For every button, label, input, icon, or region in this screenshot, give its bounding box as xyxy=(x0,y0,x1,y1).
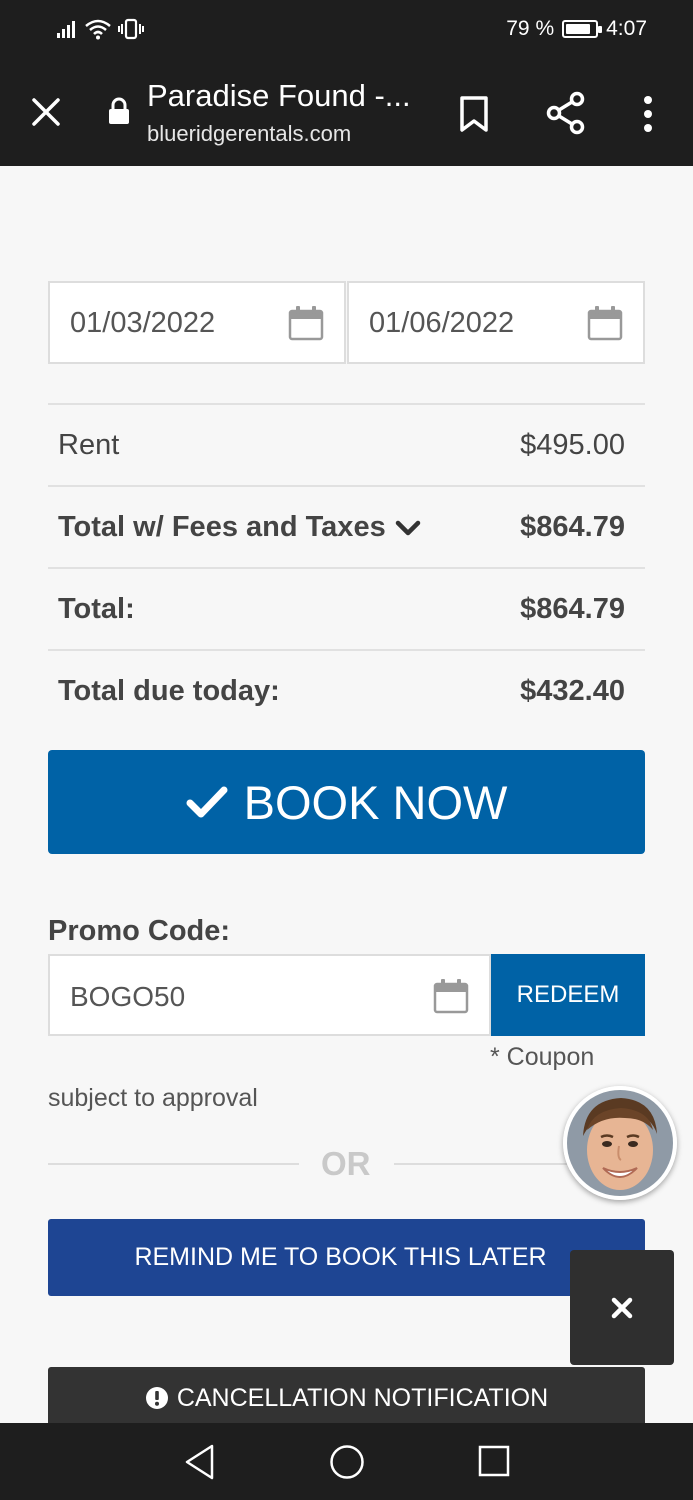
date-range: 01/03/2022 01/06/2022 xyxy=(48,281,645,364)
check-icon xyxy=(186,786,228,818)
due-today-label: Total due today: xyxy=(58,675,280,707)
recent-apps-icon[interactable] xyxy=(478,1445,510,1477)
chat-agent-avatar[interactable] xyxy=(563,1086,677,1200)
rent-value: $495.00 xyxy=(520,429,625,461)
check-out-date-field[interactable]: 01/06/2022 xyxy=(347,281,645,364)
agent-photo xyxy=(563,1086,677,1200)
coupon-note: * Coupon xyxy=(490,1043,595,1071)
close-icon[interactable] xyxy=(26,92,66,132)
chevron-down-icon xyxy=(395,521,420,536)
signal-icon xyxy=(57,21,75,38)
close-icon xyxy=(611,1297,633,1318)
page-title[interactable]: Paradise Found -... xyxy=(147,78,411,114)
bookmark-icon[interactable] xyxy=(452,92,496,136)
cancellation-label: CANCELLATION NOTIFICATION xyxy=(176,1383,549,1412)
battery-percent: 79 % xyxy=(506,17,555,40)
back-icon[interactable] xyxy=(182,1442,218,1482)
check-in-date: 01/03/2022 xyxy=(70,307,216,339)
page-url[interactable]: blueridgerentals.com xyxy=(147,121,351,147)
exclamation-circle-icon xyxy=(145,1387,168,1409)
fees-taxes-label: Total w/ Fees and Taxes xyxy=(58,511,386,543)
wifi-icon xyxy=(85,19,111,40)
promo-code-value: BOGO50 xyxy=(70,981,186,1012)
chat-close-button[interactable] xyxy=(570,1250,674,1365)
price-summary: Rent $495.00 Total w/ Fees and Taxes $86… xyxy=(48,403,645,731)
rent-row: Rent $495.00 xyxy=(48,403,645,485)
total-label: Total: xyxy=(58,593,135,625)
lock-icon xyxy=(109,97,129,124)
cancellation-notification-button[interactable]: CANCELLATION NOTIFICATION xyxy=(48,1367,645,1423)
book-now-button[interactable]: BOOK NOW xyxy=(48,750,645,854)
more-options-icon[interactable] xyxy=(630,92,666,136)
total-value: $864.79 xyxy=(520,593,625,625)
status-icons xyxy=(56,18,144,40)
fees-taxes-toggle[interactable]: Total w/ Fees and Taxes xyxy=(58,511,422,544)
book-now-label: BOOK NOW xyxy=(243,775,508,829)
promo-code-input[interactable]: BOGO50 xyxy=(48,954,491,1036)
browser-toolbar: Paradise Found -... blueridgerentals.com xyxy=(0,58,693,166)
calendar-icon xyxy=(433,979,469,1014)
or-divider-text: OR xyxy=(321,1145,371,1182)
divider-line xyxy=(48,1163,299,1165)
check-in-date-field[interactable]: 01/03/2022 xyxy=(48,281,346,364)
promo-code-label: Promo Code: xyxy=(48,915,231,947)
system-nav-bar xyxy=(0,1423,693,1500)
vibrate-icon xyxy=(118,18,144,40)
due-today-value: $432.40 xyxy=(520,675,625,707)
due-today-row: Total due today: $432.40 xyxy=(48,649,645,731)
redeem-button[interactable]: REDEEM xyxy=(491,954,645,1036)
calendar-icon xyxy=(587,306,623,341)
fees-taxes-row[interactable]: Total w/ Fees and Taxes $864.79 xyxy=(48,485,645,567)
status-bar: 79 % 4:07 xyxy=(0,0,693,58)
calendar-icon xyxy=(288,306,324,341)
divider-line xyxy=(394,1163,570,1165)
status-right: 79 % 4:07 xyxy=(506,17,647,41)
home-icon[interactable] xyxy=(329,1444,365,1480)
clock: 4:07 xyxy=(606,17,647,40)
share-icon[interactable] xyxy=(543,90,589,136)
remind-later-button[interactable]: REMIND ME TO BOOK THIS LATER xyxy=(48,1219,645,1296)
check-out-date: 01/06/2022 xyxy=(369,307,515,339)
approval-note: subject to approval xyxy=(48,1084,258,1112)
fees-taxes-value: $864.79 xyxy=(520,511,625,543)
battery-icon xyxy=(562,20,603,38)
total-row: Total: $864.79 xyxy=(48,567,645,649)
rent-label: Rent xyxy=(58,429,120,461)
